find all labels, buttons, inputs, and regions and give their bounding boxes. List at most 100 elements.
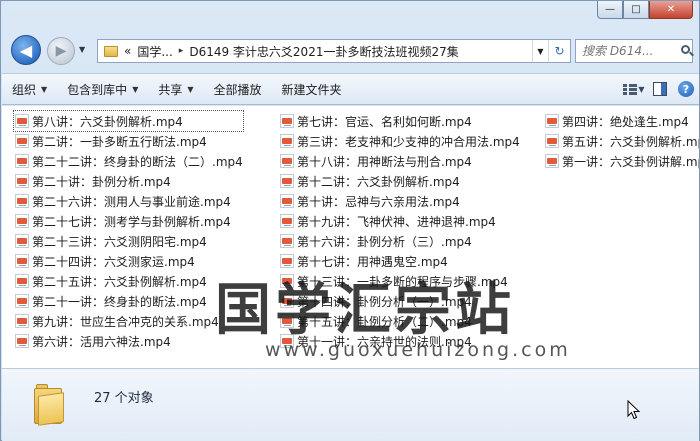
file-name: 第二十四讲：六爻测家运.mp4: [32, 254, 195, 269]
file-name: 第七讲：官运、名利如何断.mp4: [297, 114, 472, 129]
chevron-down-icon: ▼: [132, 84, 139, 94]
video-file-icon: [15, 294, 29, 308]
file-item[interactable]: 第二十讲：卦例分析.mp4: [14, 171, 243, 191]
file-name: 第二十三讲：六爻测阴阳宅.mp4: [32, 234, 207, 249]
new-folder-button[interactable]: 新建文件夹: [272, 81, 352, 98]
help-button[interactable]: ?: [673, 78, 699, 100]
file-list: 第八讲：六爻卦例解析.mp4 第二讲：一卦多断五行断法.mp4 第二十二讲：终身卦的…: [2, 106, 699, 368]
file-item[interactable]: 第九讲：世应生合冲克的关系.mp4: [14, 311, 243, 331]
video-file-icon: [280, 134, 294, 148]
address-overflow[interactable]: «: [124, 44, 131, 58]
address-bar[interactable]: « 国学... ▸ D6149 李计忠六爻2021一卦多断技法班视频27集 ▼ …: [97, 39, 571, 63]
file-name: 第二十一讲：终身卦的断法.mp4: [32, 294, 207, 309]
new-folder-label: 新建文件夹: [281, 82, 342, 97]
file-item[interactable]: 第二十一讲：终身卦的断法.mp4: [14, 291, 243, 311]
video-file-icon: [15, 314, 29, 328]
item-count: 27 个对象: [94, 391, 154, 406]
minimize-button[interactable]: —: [597, 1, 623, 19]
video-file-icon: [280, 214, 294, 228]
close-button[interactable]: ✕: [649, 1, 693, 19]
file-name: 第十五讲：卦例分析（二）.mp4: [297, 314, 472, 329]
play-all-button[interactable]: 全部播放: [204, 81, 272, 98]
file-item[interactable]: 第二十四讲：六爻测家运.mp4: [14, 251, 243, 271]
mouse-cursor-icon: [627, 400, 641, 420]
file-item[interactable]: 第二十六讲：测用人与事业前途.mp4: [14, 191, 243, 211]
breadcrumb-separator-icon[interactable]: ▸: [179, 46, 184, 56]
file-name: 第五讲：六爻卦例解析.mp4: [562, 134, 699, 149]
organize-menu[interactable]: 组织 ▼: [2, 81, 57, 98]
file-item[interactable]: 第二十七讲：测考学与卦例解析.mp4: [14, 211, 243, 231]
file-item[interactable]: 第十九讲：飞神伏神、进神退神.mp4: [279, 211, 520, 231]
video-file-icon: [15, 174, 29, 188]
file-item[interactable]: 第十八讲：用神断法与刑合.mp4: [279, 151, 520, 171]
file-column: 第四讲：绝处逢生.mp4 第五讲：六爻卦例解析.mp4 第一讲：六爻卦例讲解.mp4: [544, 111, 699, 171]
file-name: 第二十五讲：六爻卦例解析.mp4: [32, 274, 207, 289]
video-file-icon: [15, 194, 29, 208]
include-in-library-label: 包含到库中: [67, 82, 128, 97]
file-item[interactable]: 第十二讲：六爻卦例解析.mp4: [279, 171, 520, 191]
chevron-down-icon: ▼: [187, 84, 194, 94]
help-icon: ?: [678, 81, 694, 97]
file-name: 第三讲：老支神和少支神的冲合用法.mp4: [297, 134, 520, 149]
file-item[interactable]: 第十一讲：六亲持世的法则.mp4: [279, 331, 520, 351]
search-box[interactable]: [575, 39, 694, 63]
file-item[interactable]: 第二讲：一卦多断五行断法.mp4: [14, 131, 243, 151]
file-item[interactable]: 第二十二讲：终身卦的断法（二）.mp4: [14, 151, 243, 171]
file-name: 第十六讲：卦例分析（三）.mp4: [297, 234, 472, 249]
breadcrumb-segment[interactable]: D6149 李计忠六爻2021一卦多断技法班视频27集: [189, 43, 458, 60]
video-file-icon: [280, 194, 294, 208]
share-menu[interactable]: 共享 ▼: [148, 81, 203, 98]
file-name: 第二十六讲：测用人与事业前途.mp4: [32, 194, 231, 209]
address-dropdown-icon[interactable]: ▼: [532, 40, 548, 62]
back-arrow-icon: ◀: [19, 40, 33, 60]
breadcrumb-segment[interactable]: 国学...: [137, 43, 172, 60]
file-item[interactable]: 第十讲：忌神与六亲用法.mp4: [279, 191, 520, 211]
folder-icon: [32, 384, 68, 426]
file-column: 第八讲：六爻卦例解析.mp4 第二讲：一卦多断五行断法.mp4 第二十二讲：终身卦的…: [13, 110, 244, 351]
file-item[interactable]: 第十四讲：卦例分析（一）.mp4: [279, 291, 520, 311]
file-name: 第二讲：一卦多断五行断法.mp4: [32, 134, 207, 149]
video-file-icon: [280, 174, 294, 188]
preview-pane-icon: [653, 82, 667, 96]
forward-button[interactable]: ▶: [47, 37, 75, 65]
search-icon[interactable]: [680, 44, 694, 58]
file-item[interactable]: 第二十三讲：六爻测阴阳宅.mp4: [14, 231, 243, 251]
search-input[interactable]: [582, 44, 678, 58]
video-file-icon: [15, 114, 29, 128]
file-name: 第十二讲：六爻卦例解析.mp4: [297, 174, 460, 189]
file-item[interactable]: 第七讲：官运、名利如何断.mp4: [279, 111, 520, 131]
refresh-icon[interactable]: ↻: [548, 40, 570, 62]
file-name: 第二十二讲：终身卦的断法（二）.mp4: [32, 154, 243, 169]
recent-locations-button[interactable]: ▼: [79, 45, 85, 54]
file-item[interactable]: 第四讲：绝处逢生.mp4: [544, 111, 699, 131]
file-name: 第十讲：忌神与六亲用法.mp4: [297, 194, 460, 209]
file-item[interactable]: 第一讲：六爻卦例讲解.mp4: [544, 151, 699, 171]
file-item[interactable]: 第十五讲：卦例分析（二）.mp4: [279, 311, 520, 331]
video-file-icon: [280, 234, 294, 248]
file-name: 第十四讲：卦例分析（一）.mp4: [297, 294, 472, 309]
preview-pane-button[interactable]: [647, 78, 673, 100]
forward-arrow-icon: ▶: [55, 43, 67, 59]
play-all-label: 全部播放: [213, 82, 262, 97]
file-name: 第十八讲：用神断法与刑合.mp4: [297, 154, 472, 169]
file-item[interactable]: 第十三讲：一卦多断的程序与步骤.mp4: [279, 271, 520, 291]
file-item[interactable]: 第五讲：六爻卦例解析.mp4: [544, 131, 699, 151]
file-item[interactable]: 第十七讲：用神遇鬼空.mp4: [279, 251, 520, 271]
video-file-icon: [280, 314, 294, 328]
file-item[interactable]: 第二十五讲：六爻卦例解析.mp4: [14, 271, 243, 291]
maximize-button[interactable]: □: [623, 1, 649, 19]
change-view-button[interactable]: ▼: [621, 78, 647, 100]
file-column: 第七讲：官运、名利如何断.mp4 第三讲：老支神和少支神的冲合用法.mp4 第十八讲…: [279, 111, 520, 351]
video-file-icon: [15, 234, 29, 248]
video-file-icon: [280, 154, 294, 168]
back-button[interactable]: ◀: [11, 35, 41, 65]
file-name: 第六讲：活用六神法.mp4: [32, 334, 171, 349]
file-item[interactable]: 第十六讲：卦例分析（三）.mp4: [279, 231, 520, 251]
file-item[interactable]: 第八讲：六爻卦例解析.mp4: [13, 110, 244, 132]
video-file-icon: [545, 154, 559, 168]
file-item[interactable]: 第六讲：活用六神法.mp4: [14, 331, 243, 351]
share-label: 共享: [158, 82, 183, 97]
file-item[interactable]: 第三讲：老支神和少支神的冲合用法.mp4: [279, 131, 520, 151]
folder-icon: [104, 45, 118, 57]
include-in-library-menu[interactable]: 包含到库中 ▼: [57, 81, 148, 98]
